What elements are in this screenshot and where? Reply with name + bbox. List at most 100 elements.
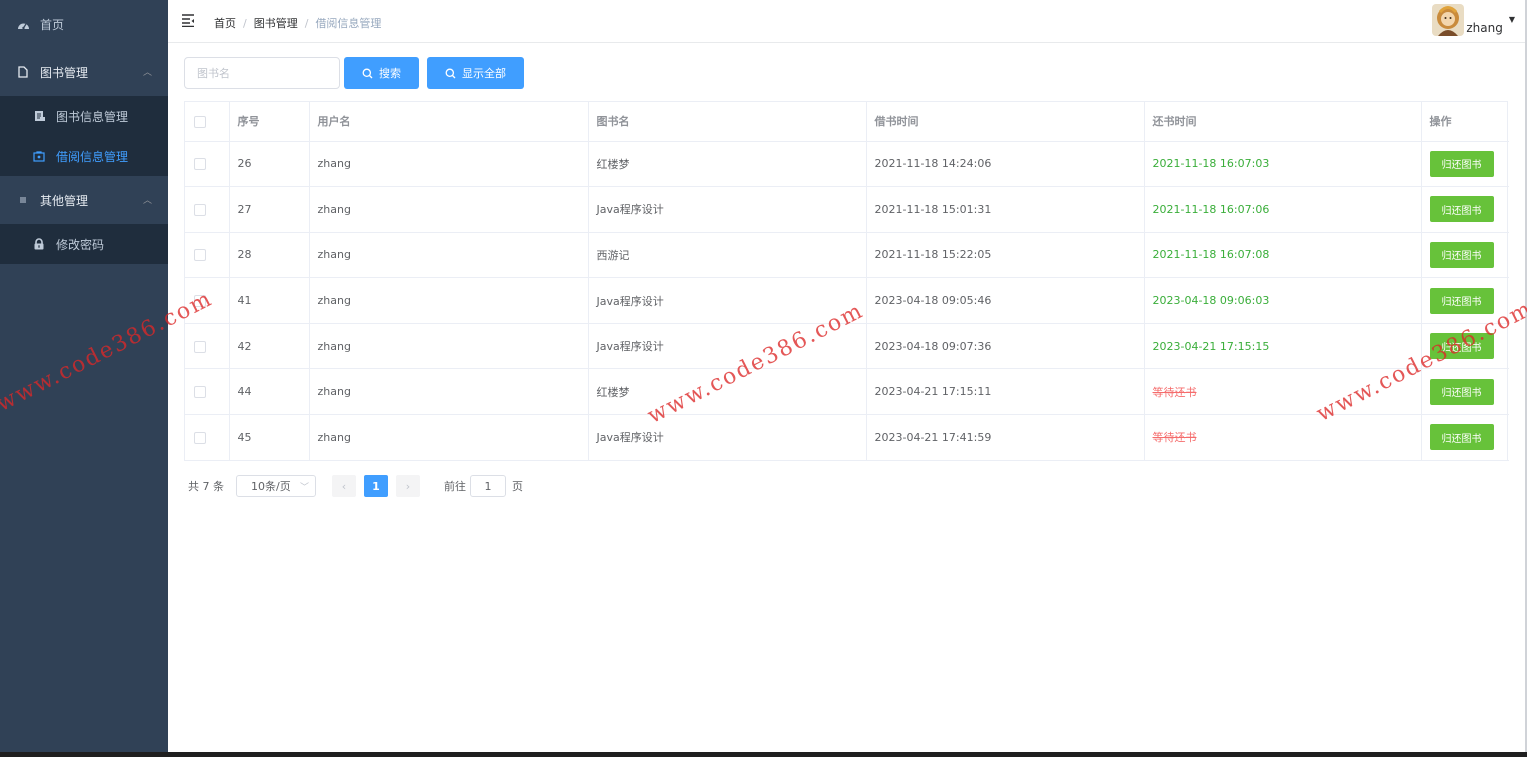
cell-book: 红楼梦: [588, 141, 867, 188]
sidebar-group-other-management[interactable]: 其他管理 ︿: [0, 176, 168, 224]
submenu-book-management: 图书信息管理 借阅信息管理: [0, 96, 168, 176]
cell-book: 红楼梦: [588, 368, 867, 416]
sidebar-group-label: 其他管理: [40, 193, 89, 208]
show-all-button[interactable]: 显示全部: [427, 57, 524, 89]
pagination: 共 7 条 10条/页 ﹀ ‹ 1 › 前往 页: [188, 475, 523, 497]
book-list-icon: [32, 109, 46, 123]
cell-user: zhang: [309, 186, 589, 233]
next-page-button[interactable]: ›: [396, 475, 420, 497]
total-count: 共 7 条: [188, 480, 224, 493]
row-checkbox[interactable]: [194, 340, 206, 353]
breadcrumb-book-management[interactable]: 图书管理: [254, 15, 298, 31]
column-header: 图书名: [588, 102, 867, 142]
row-checkbox[interactable]: [194, 295, 206, 308]
cell-return-time: 2021-11-18 16:07:08: [1144, 232, 1422, 279]
return-book-button[interactable]: 归还图书: [1429, 287, 1494, 314]
cell-user: zhang: [309, 277, 589, 324]
search-button[interactable]: 搜索: [344, 57, 419, 89]
top-navbar: 首页 / 图书管理 / 借阅信息管理 zhang ▼: [168, 0, 1525, 43]
dashboard-icon: [16, 17, 30, 31]
return-book-button[interactable]: 归还图书: [1429, 333, 1494, 360]
cell-id: 27: [229, 186, 310, 233]
cell-borrow-time: 2023-04-21 17:15:11: [866, 368, 1145, 416]
search-icon: [362, 68, 373, 78]
app-window: 首页 图书管理 ︿ 图书信息管理 借阅信息管理 其他管理 ︿ 修改密码 首页 /…: [0, 0, 1527, 752]
return-book-button[interactable]: 归还图书: [1429, 150, 1494, 177]
sidebar-item-book-info[interactable]: 图书信息管理: [0, 96, 168, 136]
column-header: 借书时间: [866, 102, 1145, 142]
page-number-button[interactable]: 1: [364, 475, 388, 497]
cell-book: 西游记: [588, 232, 867, 279]
search-button-label: 搜索: [379, 67, 401, 80]
row-checkbox[interactable]: [194, 386, 206, 399]
select-all-cell: [185, 102, 230, 142]
row-checkbox[interactable]: [194, 249, 206, 262]
screen-bottom-edge: [0, 752, 1527, 757]
return-book-button[interactable]: 归还图书: [1429, 378, 1494, 405]
goto-page-input[interactable]: [470, 475, 506, 497]
chevron-down-icon: ﹀: [299, 482, 309, 493]
sidebar-group-label: 图书管理: [40, 65, 89, 80]
cell-return-time: 2021-11-18 16:07:03: [1144, 141, 1422, 188]
cell-return-time: 等待还书: [1144, 414, 1422, 461]
lock-icon: [32, 237, 46, 251]
cell-id: 42: [229, 323, 310, 370]
cell-book: Java程序设计: [588, 277, 867, 324]
cell-user: zhang: [309, 141, 589, 188]
cell-user: zhang: [309, 323, 589, 370]
cell-return-time: 2023-04-21 17:15:15: [1144, 323, 1422, 370]
return-book-button[interactable]: 归还图书: [1429, 196, 1494, 223]
table-row: 41 zhang Java程序设计 2023-04-18 09:05:46 20…: [185, 277, 1509, 324]
hamburger-icon[interactable]: [181, 13, 195, 28]
menu-icon: [16, 193, 30, 207]
breadcrumb-home[interactable]: 首页: [214, 15, 236, 31]
table-header-row: 序号 用户名 图书名 借书时间 还书时间 操作: [185, 102, 1509, 142]
sidebar-item-borrow-info[interactable]: 借阅信息管理: [0, 136, 168, 176]
cell-book: Java程序设计: [588, 323, 867, 370]
table-row: 27 zhang Java程序设计 2021-11-18 15:01:31 20…: [185, 186, 1509, 233]
sidebar: 首页 图书管理 ︿ 图书信息管理 借阅信息管理 其他管理 ︿ 修改密码: [0, 0, 168, 752]
username: zhang: [1466, 21, 1503, 35]
document-icon: [16, 65, 30, 79]
user-menu[interactable]: zhang ▼: [1432, 4, 1515, 36]
cell-book: Java程序设计: [588, 414, 867, 461]
sidebar-item-home[interactable]: 首页: [0, 0, 168, 48]
breadcrumb-current: 借阅信息管理: [315, 17, 382, 30]
return-book-button[interactable]: 归还图书: [1429, 424, 1494, 451]
row-checkbox[interactable]: [194, 158, 206, 171]
sidebar-item-label: 图书信息管理: [56, 109, 129, 124]
cell-id: 41: [229, 277, 310, 324]
cell-return-time: 2021-11-18 16:07:06: [1144, 186, 1422, 233]
column-header: 序号: [229, 102, 310, 142]
row-checkbox[interactable]: [194, 203, 206, 216]
page-size-value: 10条/页: [251, 480, 291, 493]
show-all-button-label: 显示全部: [462, 67, 506, 80]
sidebar-item-change-password[interactable]: 修改密码: [0, 224, 168, 264]
prev-page-button[interactable]: ‹: [332, 475, 356, 497]
cell-user: zhang: [309, 368, 589, 416]
page-size-select[interactable]: 10条/页 ﹀: [236, 475, 316, 497]
column-header: 操作: [1421, 102, 1509, 142]
breadcrumb: 首页 / 图书管理 / 借阅信息管理: [214, 15, 382, 31]
cell-id: 26: [229, 141, 310, 188]
row-checkbox[interactable]: [194, 431, 206, 444]
cell-borrow-time: 2021-11-18 15:01:31: [866, 186, 1145, 233]
table-row: 28 zhang 西游记 2021-11-18 15:22:05 2021-11…: [185, 232, 1509, 279]
caret-down-icon: ▼: [1508, 15, 1515, 24]
sidebar-item-label: 修改密码: [56, 237, 105, 252]
cell-borrow-time: 2021-11-18 15:22:05: [866, 232, 1145, 279]
table-row: 26 zhang 红楼梦 2021-11-18 14:24:06 2021-11…: [185, 141, 1509, 188]
column-header: 还书时间: [1144, 102, 1422, 142]
book-name-search-input[interactable]: [184, 57, 340, 89]
return-book-button[interactable]: 归还图书: [1429, 241, 1494, 268]
select-all-checkbox[interactable]: [194, 115, 206, 128]
avatar[interactable]: [1432, 4, 1465, 36]
cell-id: 45: [229, 414, 310, 461]
cell-return-time: 等待还书: [1144, 368, 1422, 416]
cell-return-time: 2023-04-18 09:06:03: [1144, 277, 1422, 324]
cell-user: zhang: [309, 232, 589, 279]
cell-borrow-time: 2023-04-18 09:07:36: [866, 323, 1145, 370]
search-icon: [445, 68, 456, 78]
column-header: 用户名: [309, 102, 589, 142]
sidebar-group-book-management[interactable]: 图书管理 ︿: [0, 48, 168, 96]
